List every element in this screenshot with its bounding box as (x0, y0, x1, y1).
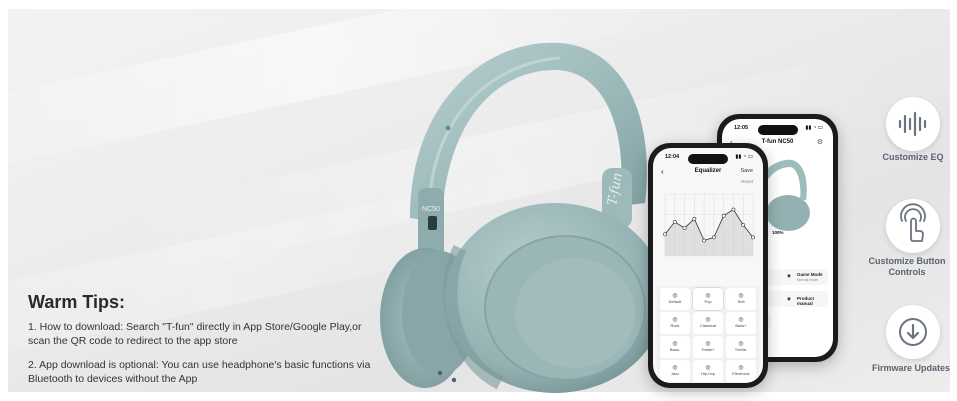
preset-label: Bass+ (735, 323, 747, 328)
battery-level: 100% (772, 230, 784, 235)
headphone-model-mark: NC50 (422, 206, 440, 213)
game-mode-icon: ◉ (787, 273, 791, 278)
preset-button[interactable]: ◎ Classical (693, 312, 723, 334)
firmware-update-label: Firmware Updates (871, 363, 951, 373)
product-banner-stage: Warm Tips: 1. How to download: Search "T… (0, 0, 957, 401)
status-icons: ▮▮ ◔ ▭ (805, 125, 823, 131)
status-icons: ▮▮ ◔ ▭ (735, 154, 753, 160)
manual-icon: ◉ (787, 296, 791, 301)
equalizer-page: 12:04 ▮▮ ◔ ▭ ‹ Equalizer Save Reset ◎ Def… (653, 148, 763, 383)
preset-grid: ◎ Default ◎ Pop ◎ Soft ◎ Rock ◎ Classical ◎ Bass+ ◎ B… (657, 286, 759, 383)
preset-button[interactable]: ◎ Soft (726, 288, 756, 310)
preset-button[interactable]: ◎ Treble- (726, 336, 756, 358)
firmware-update-badge (886, 305, 940, 359)
eq-band-handle[interactable] (721, 213, 726, 218)
preset-icon: ◎ (738, 293, 744, 299)
preset-label: Treble- (734, 347, 748, 352)
phone-equalizer-screen: 12:04 ▮▮ ◔ ▭ ‹ Equalizer Save Reset ◎ Def… (648, 143, 768, 388)
game-mode-label: Game Mode (797, 272, 823, 277)
preset-button[interactable]: ◎ Electronic (726, 360, 756, 382)
game-mode-status: Normal mode (797, 278, 819, 282)
customize-controls-badge (886, 199, 940, 253)
preset-icon: ◎ (705, 365, 711, 371)
preset-button[interactable]: ◎ Pop (693, 288, 723, 310)
eq-band-handle[interactable] (672, 220, 677, 224)
phone-notch (688, 154, 728, 164)
preset-label: Classical (699, 323, 716, 328)
preset-button[interactable]: ◎ Jazz (660, 360, 690, 382)
preset-icon: ◎ (705, 293, 711, 299)
preset-button[interactable]: ◎ Treble+ (693, 336, 723, 358)
phone-notch (757, 125, 798, 135)
preset-icon: ◎ (738, 341, 744, 347)
product-manual-label: Product manual (797, 296, 815, 306)
preset-button[interactable]: ◎ Bass+ (726, 312, 756, 334)
preset-icon: ◎ (672, 317, 678, 323)
status-time: 12:04 (665, 154, 680, 160)
preset-label: Electronic (732, 371, 750, 376)
preset-button[interactable]: ◎ Default (660, 288, 690, 310)
preset-label: Default (668, 299, 682, 304)
preset-icon: ◎ (672, 293, 678, 299)
tip-download-instructions: 1. How to download: Search "T-fun" direc… (28, 321, 362, 347)
eq-curve-chart[interactable] (659, 186, 757, 266)
eq-band-handle[interactable] (692, 216, 697, 221)
tip-app-optional: 2. App download is optional: You can use… (28, 359, 371, 385)
preset-icon: ◎ (672, 365, 678, 371)
eq-band-handle[interactable] (682, 226, 687, 231)
touch-icon (900, 203, 926, 242)
preset-label: Treble+ (701, 347, 715, 352)
preset-label: Pop (704, 299, 712, 304)
eq-band-handle[interactable] (741, 223, 746, 227)
eq-band-handle[interactable] (751, 235, 755, 240)
preset-button[interactable]: ◎ Hip-hop (693, 360, 723, 382)
eq-band-handle[interactable] (702, 238, 707, 243)
preset-icon: ◎ (672, 341, 678, 347)
preset-label: Bass- (669, 347, 681, 352)
preset-label: Rock (670, 323, 680, 328)
preset-icon: ◎ (705, 341, 711, 347)
eq-band-handle[interactable] (711, 235, 716, 240)
save-button[interactable]: Save (740, 168, 753, 174)
preset-button[interactable]: ◎ Bass- (660, 336, 690, 358)
preset-button[interactable]: ◎ Rock (660, 312, 690, 334)
gear-icon[interactable]: ⚙ (817, 138, 823, 146)
customize-eq-badge (886, 97, 940, 151)
status-time: 12:05 (734, 125, 749, 131)
warm-tips-heading: Warm Tips: (28, 292, 126, 312)
eq-band-handle[interactable] (663, 232, 667, 237)
reset-button[interactable]: Reset (741, 179, 753, 184)
preset-icon: ◎ (738, 365, 744, 371)
preset-label: Jazz (670, 371, 680, 376)
customize-controls-label: Customize Button Controls (868, 256, 946, 277)
soundwave-icon (898, 111, 927, 137)
preset-label: Soft (737, 299, 745, 304)
eq-curve-fill (665, 209, 753, 256)
preset-icon: ◎ (738, 317, 744, 323)
download-icon (899, 318, 927, 346)
preset-icon: ◎ (705, 317, 711, 323)
preset-label: Hip-hop (700, 371, 715, 376)
customize-eq-label: Customize EQ (882, 152, 944, 162)
eq-band-handle[interactable] (731, 207, 736, 212)
headphone-illustration: T-fun NC50 (380, 42, 665, 393)
